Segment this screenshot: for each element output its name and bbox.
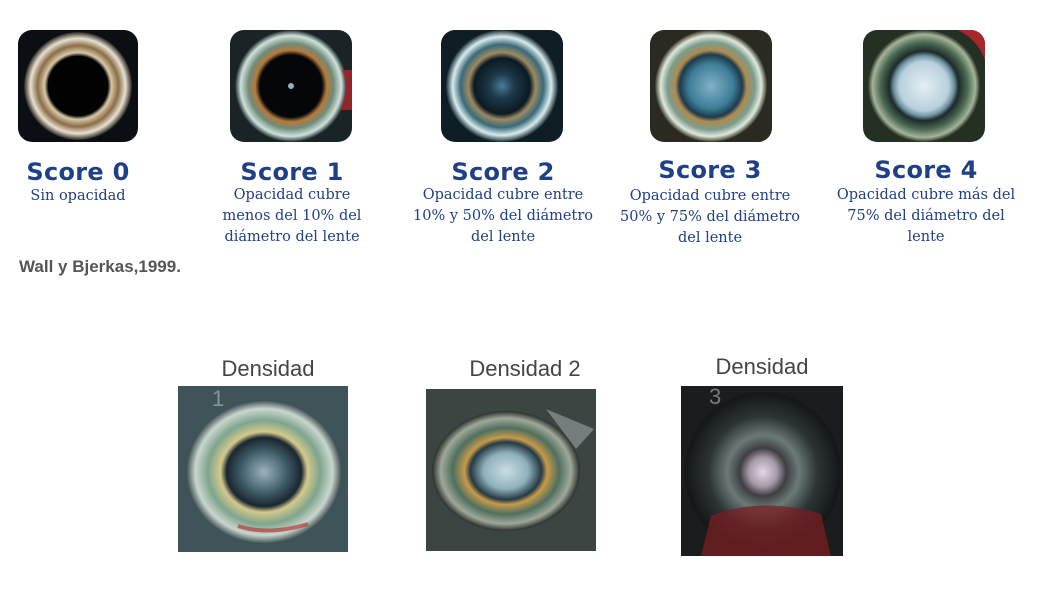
score-description-line: Sin opacidad bbox=[30, 188, 126, 204]
score-description: Opacidad cubre más del 75% del diámetro … bbox=[836, 185, 1016, 248]
score-description-line: 50% y 75% del diámetro bbox=[620, 209, 800, 225]
photo-number: 1 bbox=[212, 386, 225, 411]
score-description-line: 10% y 50% del diámetro bbox=[413, 208, 593, 224]
fish-eye-density-3-photo: 3 bbox=[681, 386, 843, 556]
score-title: Score 3 bbox=[658, 156, 762, 184]
citation: Wall y Bjerkas,1999. bbox=[19, 257, 181, 276]
fish-eye-large-opacity-image bbox=[650, 30, 772, 142]
score-description: Opacidad cubre entre 10% y 50% del diáme… bbox=[412, 185, 594, 248]
score-description-line: del lente bbox=[470, 229, 536, 245]
fish-eye-small-opacity-image bbox=[230, 30, 352, 142]
score-card-2: Score 2 Opacidad cubre entre 10% y 50% d… bbox=[412, 30, 594, 250]
fish-eye-density-2-photo: 2 bbox=[426, 389, 596, 551]
photo-number: 3 bbox=[709, 386, 722, 409]
density-label: Densidad bbox=[715, 354, 809, 379]
score-card-4: Score 4 Opacidad cubre más del 75% del d… bbox=[836, 30, 1016, 250]
density-label: Densidad 2 bbox=[469, 356, 581, 381]
score-description-line: 75% del diámetro del bbox=[847, 208, 1005, 224]
photo-number: 2 bbox=[460, 389, 472, 415]
score-description-line: Opacidad cubre entre bbox=[422, 187, 584, 203]
score-description-line: Opacidad cubre entre bbox=[629, 188, 791, 204]
score-description-line: menos del 10% del bbox=[222, 208, 362, 224]
fish-eye-medium-opacity-image bbox=[441, 30, 563, 142]
fish-eye-full-opacity-image bbox=[863, 30, 985, 142]
score-description: Opacidad cubre entre 50% y 75% del diáme… bbox=[620, 186, 800, 249]
score-description-line: Opacidad cubre bbox=[233, 187, 351, 203]
score-description-line: diámetro del lente bbox=[224, 229, 360, 245]
score-title: Score 2 bbox=[451, 158, 555, 186]
fish-eye-density-1-photo: 1 bbox=[178, 386, 348, 552]
fish-eye-clear-lens-image bbox=[18, 30, 138, 142]
score-card-3: Score 3 Opacidad cubre entre 50% y 75% d… bbox=[620, 30, 800, 250]
score-description-line: Opacidad cubre más del bbox=[836, 187, 1016, 203]
score-title: Score 1 bbox=[240, 158, 344, 186]
score-description-line: lente bbox=[907, 229, 945, 245]
score-description: Opacidad cubre menos del 10% del diámetr… bbox=[210, 185, 374, 248]
score-description: Sin opacidad bbox=[18, 186, 138, 207]
score-card-1: Score 1 Opacidad cubre menos del 10% del… bbox=[210, 30, 374, 250]
score-description-line: del lente bbox=[677, 230, 743, 246]
score-title: Score 0 bbox=[26, 158, 130, 186]
score-card-0: Score 0 Sin opacidad bbox=[18, 30, 138, 210]
density-label: Densidad bbox=[221, 356, 315, 381]
score-title: Score 4 bbox=[874, 156, 978, 184]
